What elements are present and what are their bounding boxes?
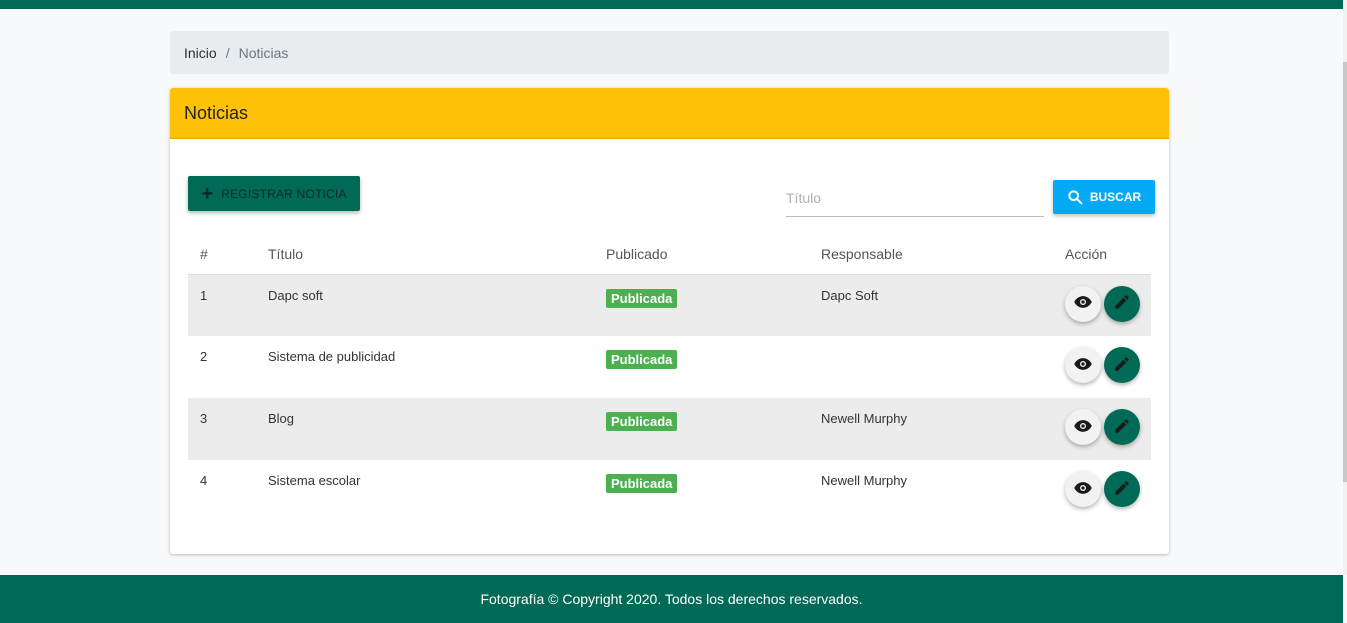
pencil-icon [1113,355,1131,376]
row-published-cell: Publicada [606,274,821,336]
status-badge: Publicada [606,412,678,431]
row-title: Sistema de publicidad [268,349,396,364]
register-news-button[interactable]: + REGISTRAR NOTICIA [188,176,360,211]
eye-icon [1073,478,1093,501]
footer: Fotografía © Copyright 2020. Todos los d… [0,575,1343,623]
table-row: 1 Dapc soft Publicada Dapc Soft [188,274,1151,336]
footer-copyright: Fotografía © Copyright 2020. Todos los d… [480,591,863,607]
table-row: 3 Blog Publicada Newell Murphy [188,398,1151,460]
edit-button[interactable] [1104,471,1140,507]
row-actions [1065,460,1151,522]
view-button[interactable] [1065,285,1101,322]
row-responsible: Dapc Soft [821,274,1065,336]
row-published-cell: Publicada [606,336,821,398]
column-header-title: Título [268,234,606,275]
row-published-cell: Publicada [606,460,821,522]
eye-icon [1073,416,1093,439]
edit-button[interactable] [1104,409,1140,445]
pencil-icon [1113,417,1131,438]
scrollbar-thumb[interactable] [1343,62,1347,482]
scrollbar-track[interactable] [1343,0,1347,575]
title-search-input[interactable] [786,180,1044,217]
top-bar [0,0,1343,9]
row-number: 3 [188,398,268,460]
status-badge: Publicada [606,350,678,369]
plus-icon: + [201,182,214,205]
table-row: 4 Sistema escolar Publicada Newell Murphy [188,460,1151,522]
breadcrumb-current: Noticias [238,44,289,61]
news-card: Noticias + REGISTRAR NOTICIA BUSCAR # Tí… [170,88,1169,554]
pencil-icon [1113,293,1131,314]
table-header-row: # Título Publicado Responsable Acción [188,234,1151,275]
news-table: # Título Publicado Responsable Acción 1D… [188,234,1151,522]
register-news-label: REGISTRAR NOTICIA [221,186,347,201]
edit-button[interactable] [1104,347,1140,383]
view-button[interactable] [1065,347,1101,383]
row-title: Dapc soft [268,274,606,336]
row-number: 4 [200,473,208,488]
eye-icon [1073,354,1093,377]
status-badge: Publicada [606,474,678,493]
row-published-cell: Publicada [606,398,821,460]
row-actions [1065,336,1151,398]
breadcrumb-home-link[interactable]: Inicio [184,45,217,61]
table-row: 2 Sistema de publicidad Publicada [188,336,1151,398]
row-title: Sistema escolar [268,473,361,488]
search-label: BUSCAR [1089,190,1142,204]
view-button[interactable] [1065,409,1101,445]
view-button[interactable] [1065,471,1101,507]
card-header: Noticias [170,88,1169,139]
search-button[interactable]: BUSCAR [1053,180,1155,214]
card-title: Noticias [184,102,249,123]
column-header-action: Acción [1065,234,1151,275]
breadcrumb: Inicio / Noticias [170,31,1169,74]
pencil-icon [1113,479,1131,500]
row-number: 2 [200,349,208,364]
row-responsible [821,336,1065,398]
row-responsible: Newell Murphy [821,473,907,488]
edit-button[interactable] [1104,285,1140,322]
row-responsible: Newell Murphy [821,398,1065,460]
column-header-number: # [188,234,268,275]
column-header-published: Publicado [606,234,821,275]
row-number: 1 [188,274,268,336]
row-actions [1065,274,1151,336]
row-title: Blog [268,398,606,460]
search-icon [1068,190,1083,205]
eye-icon [1073,292,1093,315]
breadcrumb-separator: / [225,44,230,61]
column-header-responsible: Responsable [821,234,1065,275]
row-actions [1065,398,1151,460]
status-badge: Publicada [606,288,678,308]
